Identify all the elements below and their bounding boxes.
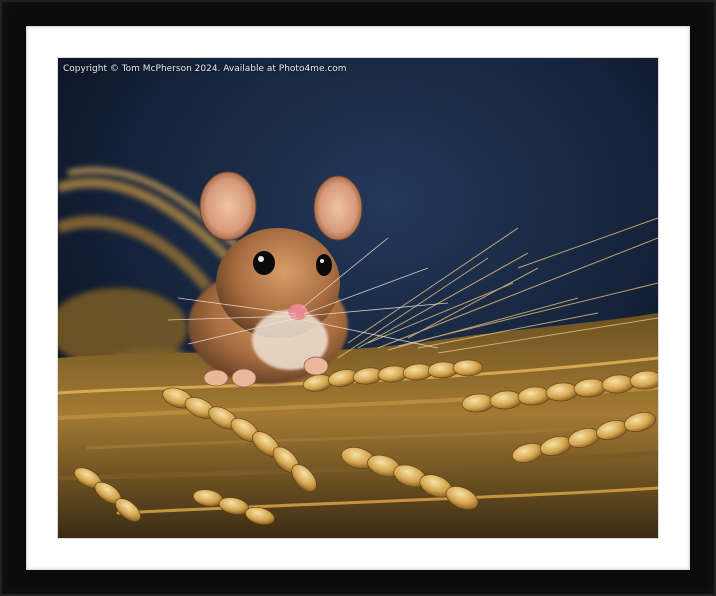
copyright-watermark: Copyright © Tom McPherson 2024. Availabl…	[63, 64, 347, 74]
mouse-wheat-photo	[58, 58, 658, 538]
framed-photo	[58, 58, 658, 538]
picture-frame: Copyright © Tom McPherson 2024. Availabl…	[0, 0, 716, 596]
mouse-nose	[288, 304, 308, 320]
